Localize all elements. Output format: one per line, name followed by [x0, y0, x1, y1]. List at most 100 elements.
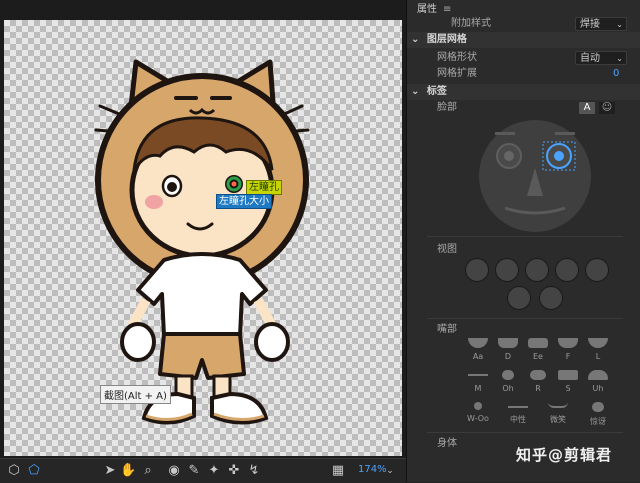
mesh-icon[interactable]: ⬠ — [26, 463, 42, 479]
view-thumb-quarter-left[interactable] — [495, 258, 519, 282]
zoom-icon[interactable]: ⌕ — [140, 463, 156, 479]
view-thumb-right[interactable] — [585, 258, 609, 282]
rig-icon[interactable]: ⬡ — [6, 463, 22, 479]
handle-icon[interactable]: ✜ — [226, 463, 242, 479]
mouth-icon — [468, 338, 488, 348]
mouth-shape-label: Ee — [533, 352, 543, 361]
mouth-icon — [558, 338, 578, 348]
face-text-toggle[interactable]: A — [579, 102, 595, 114]
hand-icon[interactable]: ✋ — [120, 463, 136, 479]
mouth-shape-label: W-Oo — [467, 414, 489, 423]
mouth-icon — [498, 338, 518, 348]
divider — [427, 432, 623, 433]
origin-icon[interactable]: ◉ — [166, 463, 182, 479]
chevron-down-icon: ⌄ — [616, 54, 623, 63]
mouth-shape-label: 中性 — [510, 415, 526, 424]
mouth-icon — [592, 402, 604, 412]
view-label: 视图 — [437, 244, 457, 255]
mouth-icon — [558, 370, 578, 380]
mouth-icon — [588, 370, 608, 380]
mouth-shape[interactable]: M — [465, 370, 491, 393]
mouth-row: 嘴部 — [407, 322, 640, 338]
mouth-icon — [530, 370, 546, 380]
checker-toggle-icon[interactable]: ▦ — [330, 463, 346, 479]
attach-style-row: 附加样式 焊接 ⌄ — [407, 16, 640, 32]
face-icon-toggle[interactable]: ☺ — [599, 102, 615, 114]
left-pupil-size-tag[interactable]: 左瞳孔大小 — [216, 194, 272, 209]
select-arrow-icon[interactable]: ➤ — [102, 463, 118, 479]
mouth-shape[interactable]: Ee — [525, 338, 551, 361]
left-pupil-tag[interactable]: 左瞳孔 — [246, 180, 282, 195]
divider — [427, 236, 623, 237]
mouth-shape[interactable]: Aa — [465, 338, 491, 361]
screenshot-tooltip: 截图(Alt + A) — [100, 385, 171, 404]
mesh-expand-value[interactable]: 0 — [613, 66, 619, 82]
watermark: 知乎@剪辑君 — [516, 446, 613, 464]
mouth-icon — [468, 374, 488, 376]
chevron-down-icon: ⌄ — [616, 20, 623, 29]
mouth-shape[interactable]: R — [525, 370, 551, 393]
mouth-shape-label: R — [535, 384, 541, 393]
attach-style-value: 焊接 — [580, 19, 600, 30]
view-thumb-left[interactable] — [465, 258, 489, 282]
mesh-expand-label: 网格扩展 — [437, 68, 477, 79]
mouth-shape-label: M — [474, 384, 482, 393]
mouth-label: 嘴部 — [437, 324, 457, 335]
mouth-shape[interactable]: 惊讶 — [585, 402, 611, 427]
mouth-icon — [508, 406, 528, 408]
face-row: 脸部 A ☺ — [407, 100, 640, 116]
mouth-shape-label: Oh — [502, 384, 514, 393]
bottom-toolbar: ⬡ ⬠ ➤ ✋ ⌕ ◉ ✎ ✦ ✜ ↯ ▦ 174% ⌄ — [0, 458, 406, 483]
face-tag-diagram[interactable] — [475, 116, 595, 236]
mouth-shape-label: S — [565, 384, 571, 393]
view-thumb-quarter-right[interactable] — [555, 258, 579, 282]
mouth-shape[interactable]: 中性 — [505, 402, 531, 425]
mouth-shape[interactable]: 微笑 — [545, 402, 571, 425]
mouth-shape[interactable]: Oh — [495, 370, 521, 393]
transparent-canvas[interactable]: 左瞳孔 左瞳孔大小 — [4, 20, 402, 456]
mouth-shape-label: Uh — [592, 384, 604, 393]
properties-panel: 属性 ≡ 附加样式 焊接 ⌄ ⌄ 图层网格 网格形状 自动 ⌄ 网格扩展 0 ⌄ 标… — [406, 0, 640, 482]
stage-area: 左瞳孔 左瞳孔大小 截图(Alt + A) — [0, 0, 406, 458]
mouth-shape[interactable]: Uh — [585, 370, 611, 393]
mouth-shape[interactable]: F — [555, 338, 581, 361]
mouth-icon — [548, 402, 568, 408]
view-thumb-upper[interactable] — [507, 286, 531, 310]
mouth-shape-label: 微笑 — [550, 415, 566, 424]
mesh-shape-dropdown[interactable]: 自动 ⌄ — [575, 51, 627, 65]
mesh-shape-row: 网格形状 自动 ⌄ — [407, 50, 640, 66]
mouth-icon — [502, 370, 514, 380]
body-label: 身体 — [437, 438, 457, 449]
pin-icon[interactable]: ✎ — [186, 463, 202, 479]
divider — [427, 318, 623, 319]
section-title: 标签 — [426, 86, 447, 97]
tags-section[interactable]: ⌄ 标签 — [407, 84, 640, 100]
view-thumb-back[interactable] — [539, 286, 563, 310]
cat-hood-character — [94, 59, 310, 425]
mouth-shape[interactable]: S — [555, 370, 581, 393]
mouth-icon — [588, 338, 608, 348]
face-label: 脸部 — [437, 102, 457, 113]
mouth-shape[interactable]: L — [585, 338, 611, 361]
attach-style-dropdown[interactable]: 焊接 ⌄ — [575, 17, 627, 31]
mouth-shape[interactable]: D — [495, 338, 521, 361]
mouth-shape-label: D — [504, 352, 512, 361]
mouth-shape-label: F — [565, 352, 571, 361]
view-thumb-front[interactable] — [525, 258, 549, 282]
dangle-icon[interactable]: ↯ — [246, 463, 262, 479]
attach-style-label: 附加样式 — [451, 18, 491, 29]
mouth-shape[interactable]: W-Oo — [465, 402, 491, 423]
mouth-shape-label: 惊讶 — [590, 417, 606, 426]
view-row: 视图 — [407, 242, 640, 258]
mesh-shape-label: 网格形状 — [437, 52, 477, 63]
collapse-icon: ⌄ — [411, 86, 420, 97]
mesh-shape-value: 自动 — [580, 53, 600, 64]
mouth-icon — [474, 402, 482, 410]
stick-icon[interactable]: ✦ — [206, 463, 222, 479]
zoom-dropdown-icon[interactable]: ⌄ — [382, 463, 398, 479]
mouth-shape-label: Aa — [472, 352, 484, 361]
mouth-icon — [528, 338, 548, 348]
section-title: 图层网格 — [426, 34, 467, 45]
mouth-shape-label: L — [595, 352, 601, 361]
layer-mesh-section[interactable]: ⌄ 图层网格 — [407, 32, 640, 48]
